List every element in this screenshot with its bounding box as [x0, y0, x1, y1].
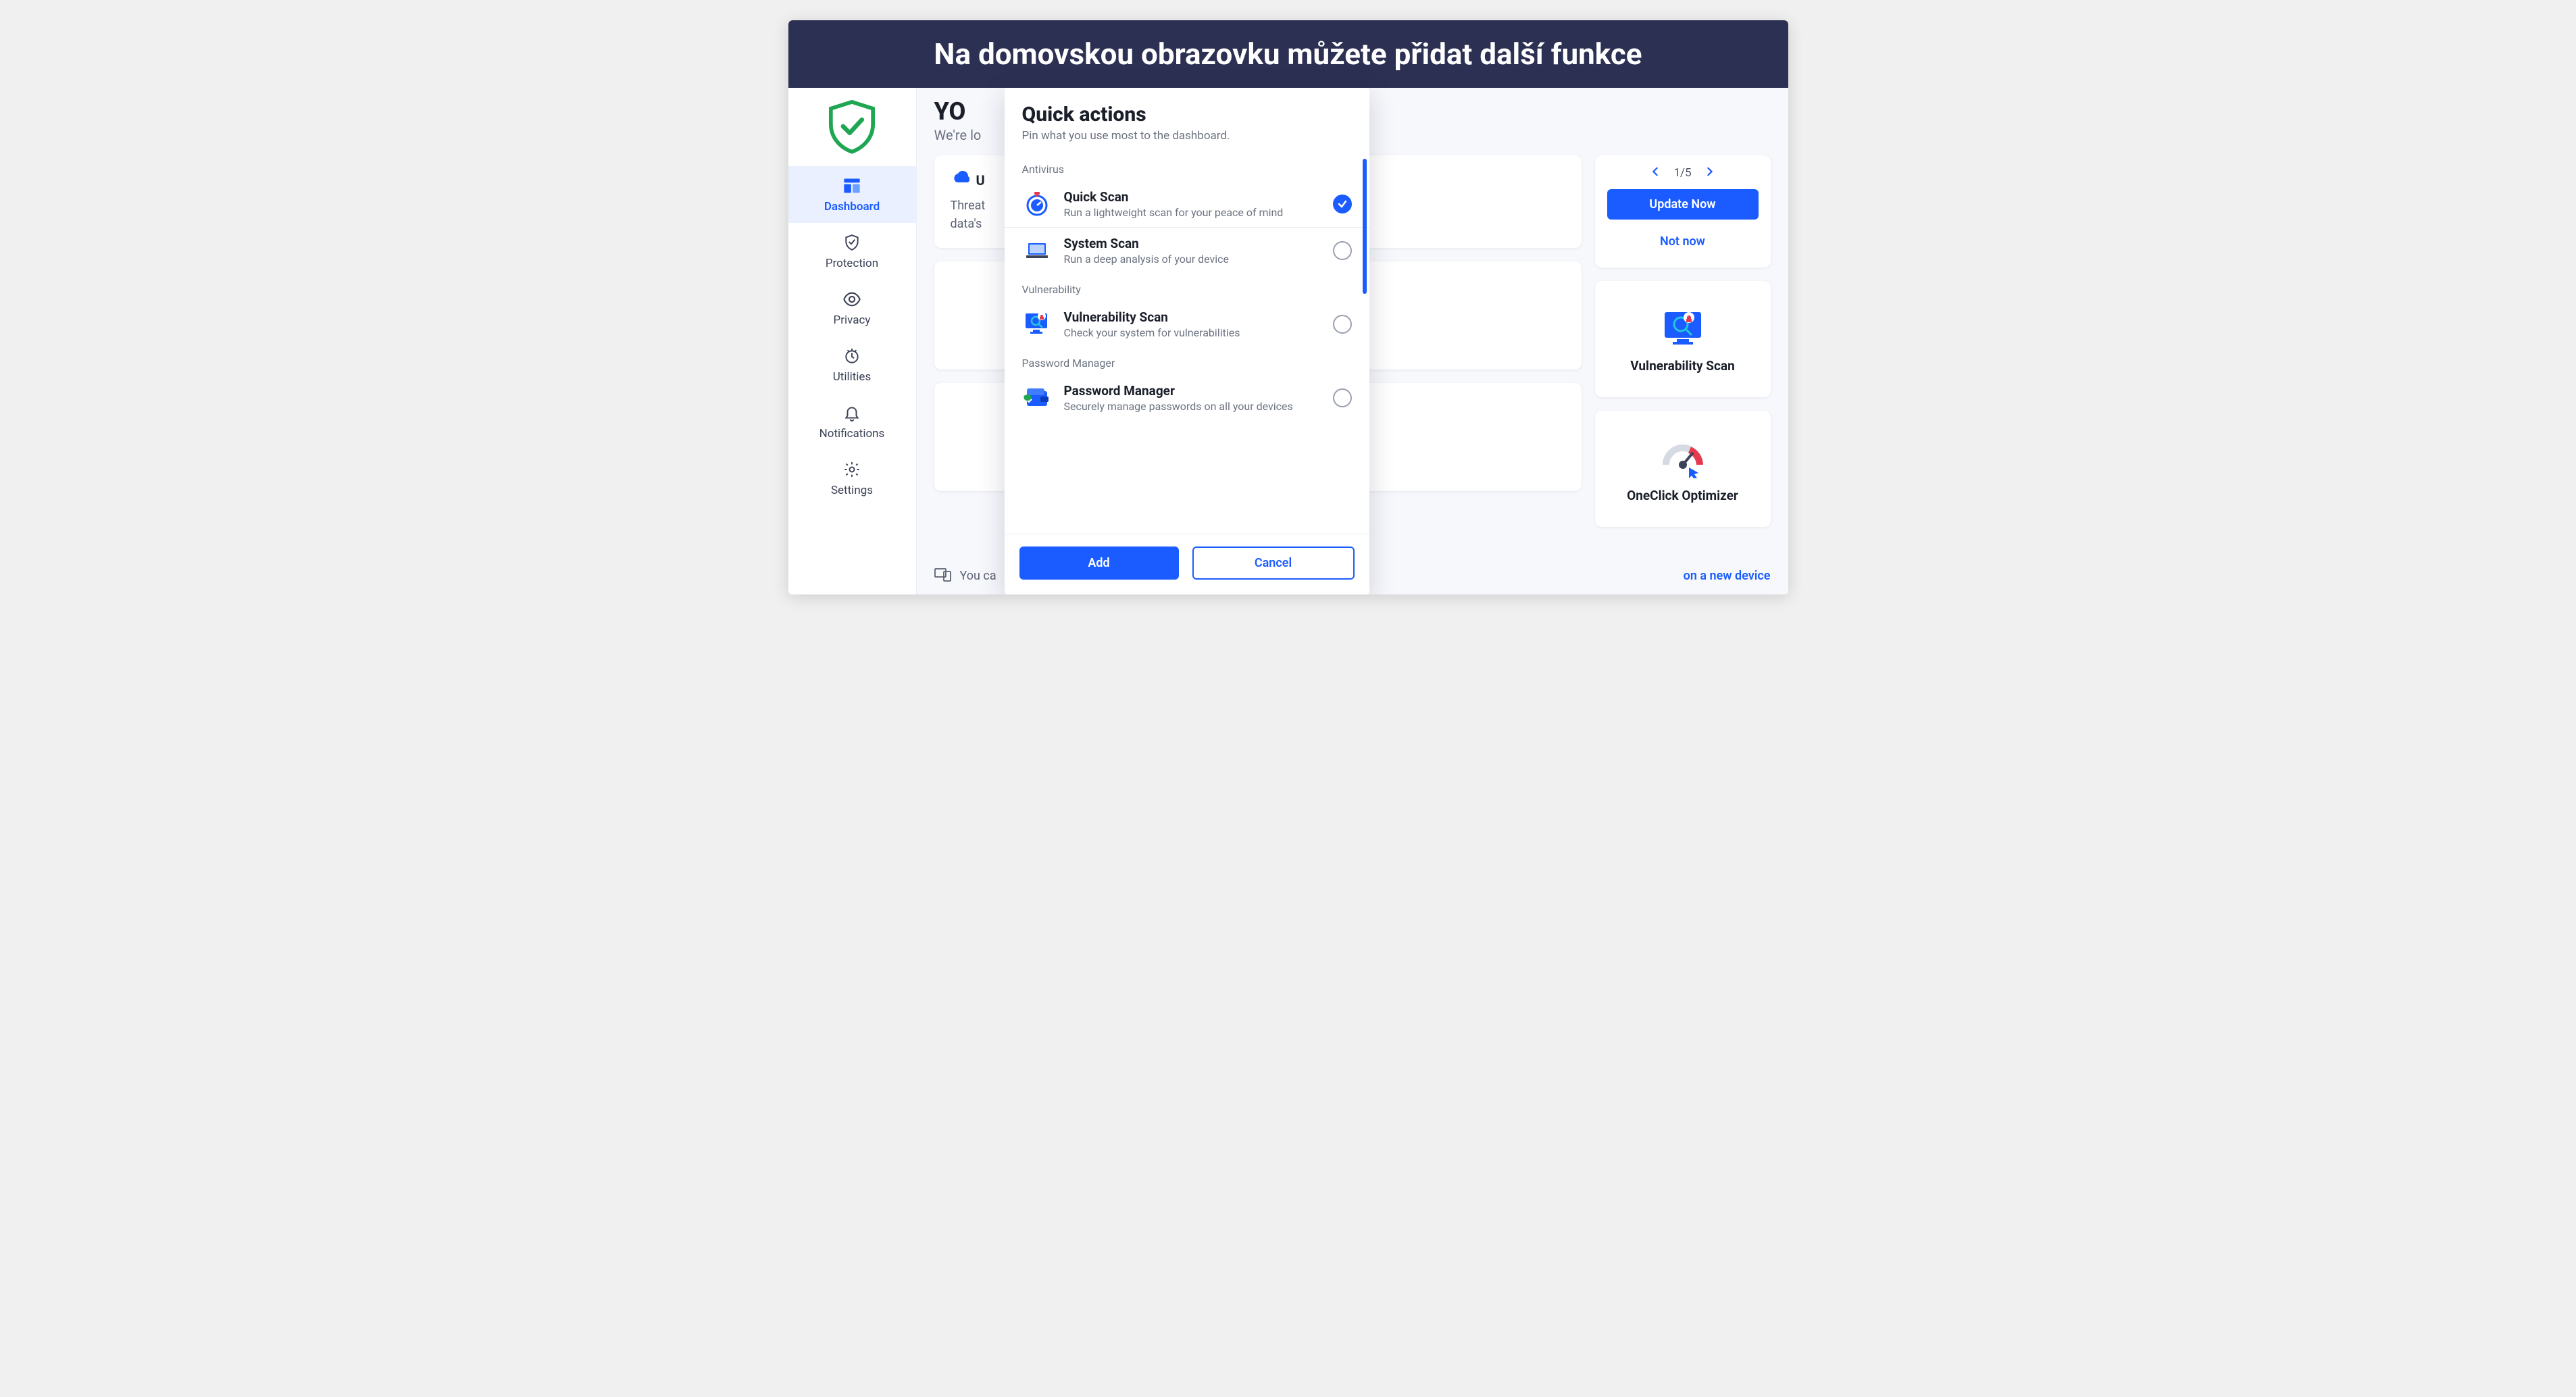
modal-body: Antivirus Quick Scan Run a lightweight s… — [1005, 147, 1369, 534]
update-card-line1: Threat — [951, 199, 986, 213]
modal-header: Quick actions Pin what you use most to t… — [1005, 88, 1369, 147]
sidebar-item-label: Utilities — [833, 370, 871, 384]
sidebar-item-utilities[interactable]: Utilities — [788, 336, 916, 393]
gauge-cursor-icon — [1659, 438, 1707, 481]
stopwatch-icon — [1022, 189, 1052, 219]
option-quick-scan[interactable]: Quick Scan Run a lightweight scan for yo… — [1005, 181, 1369, 227]
chevron-right-icon — [1705, 167, 1715, 176]
dashboard-icon — [842, 176, 862, 196]
update-card-line2: data's — [951, 217, 982, 231]
option-title: Password Manager — [1064, 383, 1321, 399]
app-window: Na domovskou obrazovku můžete přidat dal… — [788, 20, 1788, 594]
pager-text: 1/5 — [1673, 166, 1691, 180]
tile-label: OneClick Optimizer — [1627, 488, 1738, 503]
bell-icon — [842, 403, 862, 423]
option-title: Quick Scan — [1064, 189, 1321, 205]
vulnerability-scan-tile[interactable]: Vulnerability Scan — [1595, 281, 1771, 397]
tile-label: Vulnerability Scan — [1630, 358, 1734, 374]
sidebar-item-protection[interactable]: Protection — [788, 223, 916, 280]
cancel-button[interactable]: Cancel — [1192, 547, 1355, 580]
option-title: System Scan — [1064, 236, 1321, 251]
update-card-title: U — [976, 172, 985, 188]
footer-link[interactable]: on a new device — [1684, 569, 1771, 583]
sidebar-item-dashboard[interactable]: Dashboard — [788, 166, 916, 223]
sidebar: Dashboard Protection Privacy Utilities — [788, 88, 917, 594]
pager-next-button[interactable] — [1705, 166, 1715, 180]
sidebar-item-settings[interactable]: Settings — [788, 450, 916, 507]
option-desc: Check your system for vulnerabilities — [1064, 326, 1321, 339]
utilities-icon — [842, 346, 862, 366]
scrollbar-thumb[interactable] — [1363, 159, 1367, 294]
sidebar-item-label: Protection — [826, 257, 878, 270]
shield-check-icon — [824, 99, 880, 154]
section-label-vulnerability: Vulnerability — [1005, 274, 1369, 301]
option-radio[interactable] — [1333, 195, 1352, 213]
chevron-left-icon — [1650, 167, 1660, 176]
sidebar-item-label: Privacy — [834, 313, 871, 327]
sidebar-item-privacy[interactable]: Privacy — [788, 280, 916, 336]
devices-icon — [934, 567, 952, 585]
monitor-search-icon — [1022, 309, 1052, 339]
option-desc: Securely manage passwords on all your de… — [1064, 400, 1321, 413]
status-shield — [788, 95, 916, 166]
sidebar-item-label: Dashboard — [824, 200, 880, 213]
protection-shield-icon — [842, 232, 862, 253]
option-desc: Run a deep analysis of your device — [1064, 253, 1321, 265]
option-radio[interactable] — [1333, 388, 1352, 407]
sidebar-item-label: Notifications — [819, 427, 885, 440]
eye-icon — [842, 289, 862, 309]
gear-icon — [842, 459, 862, 480]
section-label-antivirus: Antivirus — [1005, 153, 1369, 181]
option-radio[interactable] — [1333, 315, 1352, 334]
app-body: Dashboard Protection Privacy Utilities — [788, 88, 1788, 594]
add-button[interactable]: Add — [1019, 547, 1179, 580]
section-label-password: Password Manager — [1005, 347, 1369, 375]
option-title: Vulnerability Scan — [1064, 309, 1321, 325]
modal-title: Quick actions — [1022, 103, 1352, 126]
option-radio[interactable] — [1333, 241, 1352, 260]
not-now-button[interactable]: Not now — [1607, 226, 1759, 257]
sidebar-item-notifications[interactable]: Notifications — [788, 393, 916, 450]
oneclick-optimizer-tile[interactable]: OneClick Optimizer — [1595, 411, 1771, 527]
sidebar-item-label: Settings — [831, 484, 873, 497]
footer-lead-text: You ca — [960, 569, 996, 583]
option-vulnerability-scan[interactable]: Vulnerability Scan Check your system for… — [1005, 301, 1369, 347]
wallet-shield-icon — [1022, 383, 1052, 413]
option-desc: Run a lightweight scan for your peace of… — [1064, 206, 1321, 219]
update-now-button[interactable]: Update Now — [1607, 189, 1759, 220]
modal-footer: Add Cancel — [1005, 534, 1369, 594]
update-prompt-card: 1/5 Update Now Not now — [1595, 155, 1771, 268]
laptop-icon — [1022, 236, 1052, 265]
option-password-manager[interactable]: Password Manager Securely manage passwor… — [1005, 375, 1369, 421]
monitor-lock-icon — [1659, 308, 1707, 351]
cloud-up-icon — [951, 170, 969, 190]
check-icon — [1337, 199, 1348, 209]
option-system-scan[interactable]: System Scan Run a deep analysis of your … — [1005, 227, 1369, 274]
quick-actions-modal: Quick actions Pin what you use most to t… — [1005, 88, 1369, 594]
modal-subtitle: Pin what you use most to the dashboard. — [1022, 129, 1352, 143]
pager-prev-button[interactable] — [1650, 166, 1660, 180]
annotation-banner: Na domovskou obrazovku můžete přidat dal… — [788, 20, 1788, 88]
